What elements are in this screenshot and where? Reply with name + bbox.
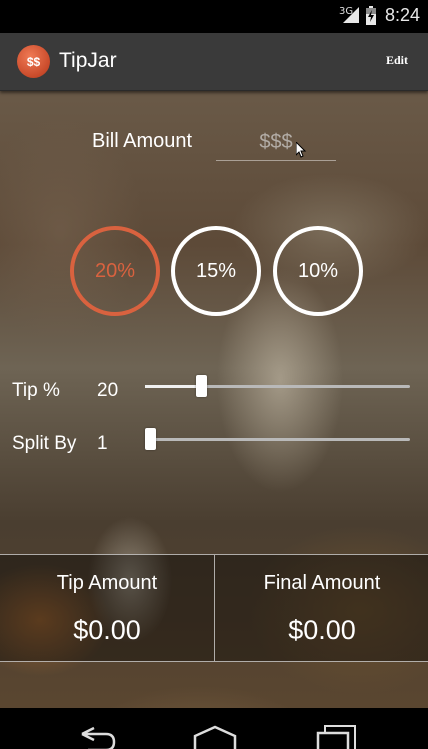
- preset-20-percent-button[interactable]: 20%: [70, 226, 160, 316]
- edit-button[interactable]: Edit: [386, 53, 408, 68]
- action-bar: $$ TipJar Edit: [0, 33, 428, 91]
- tip-slider-fill: [145, 385, 201, 388]
- bill-amount-label: Bill Amount: [92, 130, 193, 152]
- tip-amount-value: $0.00: [73, 615, 141, 645]
- back-icon[interactable]: [74, 724, 118, 749]
- app-logo-icon: $$: [17, 45, 50, 78]
- status-bar: 3G 8:24: [0, 0, 428, 33]
- tipjar-screen: 3G 8:24 $$ TipJar Edit Bill Amount 20% 1…: [0, 0, 428, 749]
- tip-amount-label: Tip Amount: [56, 572, 158, 594]
- preset-10-percent-button[interactable]: 10%: [273, 226, 363, 316]
- tip-slider-thumb[interactable]: [196, 375, 207, 397]
- bill-amount-input[interactable]: [216, 124, 336, 161]
- recent-apps-icon[interactable]: [315, 724, 359, 749]
- tip-percent-label: Tip %: [12, 380, 60, 401]
- signal-icon: [343, 7, 359, 23]
- home-icon[interactable]: [192, 724, 238, 749]
- split-by-value: 1: [97, 433, 108, 454]
- split-by-slider[interactable]: [145, 428, 410, 450]
- split-by-label: Split By: [12, 433, 77, 454]
- tip-percent-value: 20: [97, 380, 119, 401]
- final-amount-label: Final Amount: [263, 572, 381, 594]
- battery-icon: [366, 6, 376, 25]
- split-slider-thumb[interactable]: [145, 428, 156, 450]
- mouse-cursor-icon: [296, 142, 307, 158]
- clock: 8:24: [384, 5, 420, 25]
- preset-15-percent-button[interactable]: 15%: [171, 226, 261, 316]
- navigation-bar: [0, 708, 428, 749]
- tip-percent-slider[interactable]: [145, 375, 410, 397]
- app-title: TipJar: [59, 49, 117, 72]
- results-panel: Tip Amount $0.00 Final Amount $0.00: [0, 554, 428, 662]
- final-amount-value: $0.00: [288, 615, 356, 645]
